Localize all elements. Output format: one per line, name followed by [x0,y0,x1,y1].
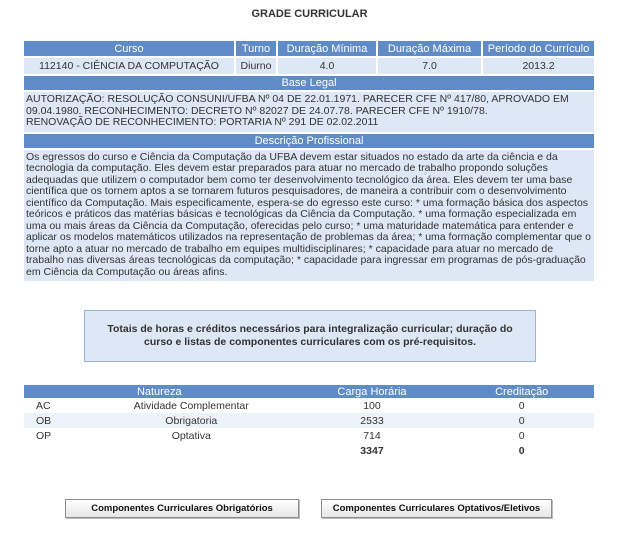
totals-info-text: Totais de horas e créditos necessários p… [107,323,513,348]
course-periodo: 2013.2 [482,56,594,74]
course-duracao-minima: 4.0 [277,56,378,74]
descricao-profissional-text: Os egressos do curso e Ciência da Comput… [24,149,594,281]
course-info-row: 112140 - CIÊNCIA DA COMPUTAÇÃO Diurno 4.… [24,56,594,74]
natureza-table: Natureza Carga Horária Creditação AC Ati… [24,385,594,458]
table-row: OB Obrigatoria 2533 0 [24,413,594,428]
totals-info-box: Totais de horas e créditos necessários p… [84,310,536,362]
column-header-carga-horaria: Carga Horária [294,385,450,398]
page-title: GRADE CURRICULAR [251,8,368,20]
column-header-turno: Turno [235,41,278,57]
totals-row: 3347 0 [24,443,594,458]
course-info-header-row: Curso Turno Duração Mínima Duração Máxim… [24,41,594,57]
natureza-code: OP [36,429,52,442]
creditacao-value: 0 [518,429,525,442]
column-header-curso: Curso [24,41,236,57]
carga-horaria-value: 2533 [294,413,450,428]
course-info-table: Curso Turno Duração Mínima Duração Máxim… [24,41,594,74]
curriculum-panel: Curso Turno Duração Mínima Duração Máxim… [24,41,594,281]
base-legal-line: AUTORIZAÇÃO: RESOLUÇÃO CONSUNI/UFBA Nº 0… [26,93,569,117]
natureza-desc: Obrigatoria [88,413,295,428]
componentes-optativos-button[interactable]: Componentes Curriculares Optativos/Eleti… [321,499,552,518]
base-legal-body: AUTORIZAÇÃO: RESOLUÇÃO CONSUNI/UFBA Nº 0… [24,92,594,132]
natureza-header-row: Natureza Carga Horária Creditação [24,385,594,398]
componentes-obrigatorios-button[interactable]: Componentes Curriculares Obrigatórios [65,499,299,518]
column-header-periodo: Período do Currículo [482,41,594,57]
column-header-duracao-maxima: Duração Máxima [377,41,483,57]
total-carga-horaria: 3347 [360,444,384,457]
natureza-code: OB [24,413,89,428]
creditacao-value: 0 [449,413,594,428]
table-row: AC Atividade Complementar 100 0 [24,398,594,413]
descricao-profissional-header: Descrição Profissional [24,133,594,148]
creditacao-value: 0 [518,399,525,412]
carga-horaria-value: 100 [363,399,381,412]
natureza-code: AC [36,399,51,412]
table-row: OP Optativa 714 0 [24,428,594,443]
carga-horaria-value: 714 [363,429,381,442]
base-legal-line: RENOVAÇÃO DE RECONHECIMENTO: PORTARIA Nº… [26,116,379,128]
course-name: 112140 - CIÊNCIA DA COMPUTAÇÃO [24,56,236,74]
natureza-desc: Atividade Complementar [133,399,249,412]
course-duracao-maxima: 7.0 [377,56,483,74]
course-turno: Diurno [235,56,278,74]
base-legal-header: Base Legal [24,76,594,90]
column-header-duracao-minima: Duração Mínima [277,41,378,57]
total-creditacao: 0 [518,444,525,457]
column-header-natureza: Natureza [24,385,295,398]
column-header-creditacao: Creditação [449,385,594,398]
natureza-desc: Optativa [171,429,211,442]
